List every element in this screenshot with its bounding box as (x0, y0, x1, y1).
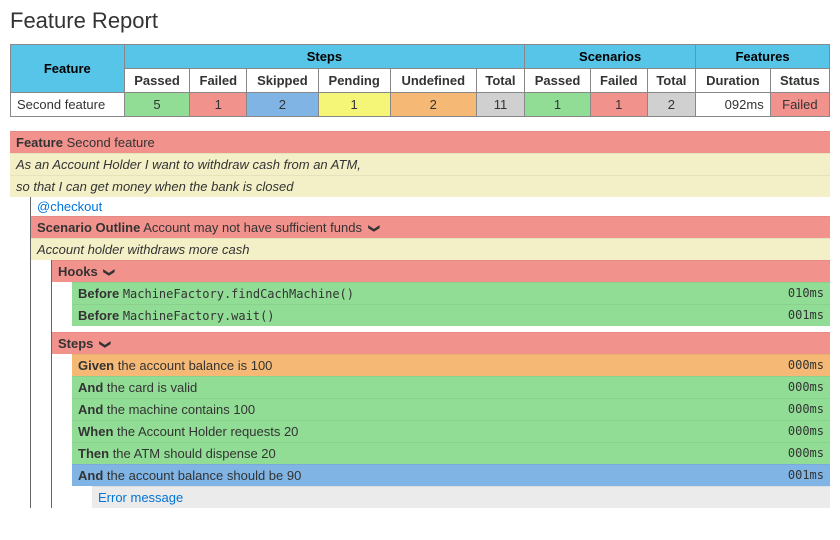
scenario-name: Account may not have sufficient funds (143, 220, 362, 235)
chevron-down-icon (97, 336, 110, 351)
step-time: 000ms (788, 446, 824, 460)
step-text: the machine contains 100 (107, 402, 255, 417)
chevron-down-icon (101, 264, 114, 279)
hooks-label: Hooks (58, 264, 98, 279)
step-text: the Account Holder requests 20 (117, 424, 298, 439)
cell-steps-passed: 5 (124, 93, 190, 117)
hook-time: 001ms (788, 308, 824, 322)
cell-feat-status: Failed (770, 93, 829, 117)
cell-steps-pending: 1 (318, 93, 390, 117)
feature-detail: Feature Second feature As an Account Hol… (10, 131, 830, 508)
chevron-down-icon (366, 220, 379, 235)
step-time: 000ms (788, 402, 824, 416)
hooks-header[interactable]: Hooks (52, 260, 830, 282)
cell-scen-failed: 1 (590, 93, 647, 117)
hook-row: Before MachineFactory.findCachMachine() 0… (72, 282, 830, 304)
feature-story-1: As an Account Holder I want to withdraw … (10, 153, 830, 175)
step-text: the ATM should dispense 20 (113, 446, 276, 461)
steps-list: Given the account balance is 100000msAnd… (72, 354, 830, 508)
col-feature: Feature (11, 45, 125, 93)
hooks-list: Before MachineFactory.findCachMachine() 0… (72, 282, 830, 326)
col-scen-passed: Passed (525, 69, 591, 93)
scenario-tag[interactable]: @checkout (31, 197, 830, 216)
scenario-header[interactable]: Scenario Outline Account may not have su… (31, 216, 830, 238)
steps-label: Steps (58, 336, 93, 351)
scenario-desc: Account holder withdraws more cash (31, 238, 830, 260)
scenario-keyword: Scenario Outline (37, 220, 140, 235)
feature-header: Feature Second feature (10, 131, 830, 153)
col-feat-duration: Duration (696, 69, 771, 93)
step-keyword: Given (78, 358, 114, 373)
col-steps-passed: Passed (124, 69, 190, 93)
page-title: Feature Report (10, 8, 830, 34)
step-time: 000ms (788, 424, 824, 438)
col-steps-skipped: Skipped (247, 69, 318, 93)
cell-scen-total: 2 (647, 93, 695, 117)
col-steps-failed: Failed (190, 69, 247, 93)
step-text: the card is valid (107, 380, 197, 395)
step-row: And the account balance should be 90 001m… (72, 464, 830, 486)
step-time: 000ms (788, 358, 824, 372)
hook-keyword: Before (78, 286, 119, 301)
cell-feat-duration: 092ms (696, 93, 771, 117)
feature-story-2: so that I can get money when the bank is… (10, 175, 830, 197)
col-steps-total: Total (476, 69, 524, 93)
cell-feature: Second feature (11, 93, 125, 117)
step-keyword: And (78, 380, 103, 395)
col-scen-failed: Failed (590, 69, 647, 93)
col-group-steps: Steps (124, 45, 525, 69)
hook-keyword: Before (78, 308, 119, 323)
hook-location: MachineFactory.wait() (123, 309, 275, 323)
step-row: When the Account Holder requests 20 000ms (72, 420, 830, 442)
step-text: the account balance should be 90 (107, 468, 301, 483)
cell-steps-failed: 1 (190, 93, 247, 117)
col-steps-undefined: Undefined (390, 69, 476, 93)
col-group-scenarios: Scenarios (525, 45, 696, 69)
col-scen-total: Total (647, 69, 695, 93)
feature-name: Second feature (67, 135, 155, 150)
error-message-link[interactable]: Error message (98, 490, 824, 505)
col-group-features: Features (696, 45, 830, 69)
col-feat-status: Status (770, 69, 829, 93)
step-text: the account balance is 100 (118, 358, 273, 373)
step-error: Error message (92, 486, 830, 508)
step-row: And the machine contains 100 000ms (72, 398, 830, 420)
cell-scen-passed: 1 (525, 93, 591, 117)
step-row: Then the ATM should dispense 20 000ms (72, 442, 830, 464)
col-steps-pending: Pending (318, 69, 390, 93)
step-keyword: And (78, 468, 103, 483)
step-keyword: And (78, 402, 103, 417)
table-row: Second feature 5 1 2 1 2 11 1 1 2 092ms … (11, 93, 830, 117)
step-keyword: When (78, 424, 113, 439)
step-row: Given the account balance is 100 000ms (72, 354, 830, 376)
step-time: 001ms (788, 468, 824, 482)
step-keyword: Then (78, 446, 109, 461)
step-row: And the card is valid 000ms (72, 376, 830, 398)
hook-row: Before MachineFactory.wait() 001ms (72, 304, 830, 326)
steps-header[interactable]: Steps (52, 332, 830, 354)
feature-keyword: Feature (16, 135, 63, 150)
cell-steps-skipped: 2 (247, 93, 318, 117)
summary-table: Feature Steps Scenarios Features Passed … (10, 44, 830, 117)
step-time: 000ms (788, 380, 824, 394)
hook-time: 010ms (788, 286, 824, 300)
hook-location: MachineFactory.findCachMachine() (123, 287, 354, 301)
cell-steps-total: 11 (476, 93, 524, 117)
cell-steps-undefined: 2 (390, 93, 476, 117)
